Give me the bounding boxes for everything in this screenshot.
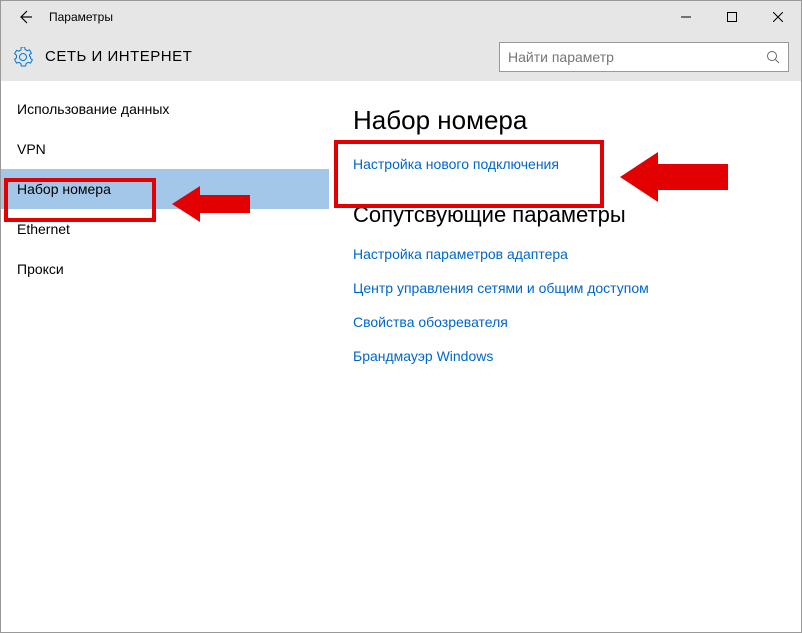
link-network-sharing-center[interactable]: Центр управления сетями и общим доступом bbox=[353, 280, 777, 296]
page-title: СЕТЬ И ИНТЕРНЕТ bbox=[45, 48, 192, 65]
link-adapter-settings[interactable]: Настройка параметров адаптера bbox=[353, 246, 777, 262]
arrow-left-icon bbox=[17, 9, 33, 25]
link-internet-options[interactable]: Свойства обозревателя bbox=[353, 314, 777, 330]
sidebar: Использование данных VPN Набор номера Et… bbox=[1, 81, 329, 632]
minimize-icon bbox=[681, 12, 691, 22]
main-heading: Набор номера bbox=[353, 105, 777, 136]
gear-icon bbox=[13, 47, 33, 67]
sidebar-item-ethernet[interactable]: Ethernet bbox=[1, 209, 329, 249]
minimize-button[interactable] bbox=[663, 1, 709, 33]
maximize-icon bbox=[727, 12, 737, 22]
window-controls bbox=[663, 1, 801, 33]
search-icon bbox=[766, 50, 780, 64]
sidebar-item-proxy[interactable]: Прокси bbox=[1, 249, 329, 289]
back-button[interactable] bbox=[9, 1, 41, 33]
close-button[interactable] bbox=[755, 1, 801, 33]
sidebar-item-data-usage[interactable]: Использование данных bbox=[1, 89, 329, 129]
sidebar-item-label: Прокси bbox=[17, 261, 64, 277]
link-new-connection[interactable]: Настройка нового подключения bbox=[353, 156, 777, 172]
sidebar-item-dialup[interactable]: Набор номера bbox=[1, 169, 329, 209]
header: СЕТЬ И ИНТЕРНЕТ bbox=[1, 33, 801, 81]
close-icon bbox=[773, 12, 783, 22]
window-title: Параметры bbox=[49, 10, 113, 24]
related-heading: Сопутсвующие параметры bbox=[353, 202, 777, 228]
maximize-button[interactable] bbox=[709, 1, 755, 33]
sidebar-item-label: Ethernet bbox=[17, 221, 70, 237]
sidebar-item-label: Использование данных bbox=[17, 101, 169, 117]
sidebar-item-vpn[interactable]: VPN bbox=[1, 129, 329, 169]
search-box[interactable] bbox=[499, 42, 789, 72]
main-panel: Набор номера Настройка нового подключени… bbox=[329, 81, 801, 632]
search-input[interactable] bbox=[508, 49, 766, 65]
sidebar-item-label: Набор номера bbox=[17, 181, 111, 197]
link-windows-firewall[interactable]: Брандмауэр Windows bbox=[353, 348, 777, 364]
titlebar: Параметры bbox=[1, 1, 801, 33]
content-area: Использование данных VPN Набор номера Et… bbox=[1, 81, 801, 632]
sidebar-item-label: VPN bbox=[17, 141, 46, 157]
